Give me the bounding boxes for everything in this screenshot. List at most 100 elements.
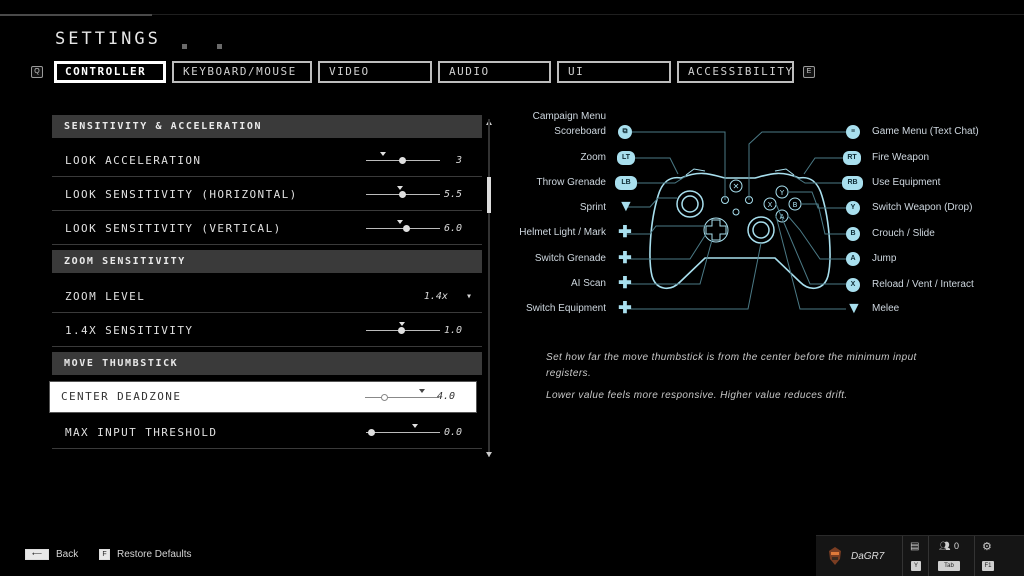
footer-actions: ⟵ Back F Restore Defaults: [25, 548, 210, 560]
b-button-icon: B: [846, 227, 860, 241]
lt-button-icon: LT: [617, 151, 635, 165]
face-button-y: Y: [779, 189, 785, 197]
label-ai-scan: AI Scan: [570, 278, 606, 289]
party-count: 0: [954, 541, 960, 551]
label-switch-weapon: Switch Weapon (Drop): [872, 202, 973, 213]
lb-button-icon: LB: [615, 176, 637, 190]
label-jump: Jump: [872, 253, 897, 264]
svg-text:✕: ✕: [733, 182, 740, 191]
tab-audio[interactable]: AUDIO: [438, 61, 551, 83]
setting-look-sensitivity-horizontal[interactable]: LOOK SENSITIVITY (HORIZONTAL) 5.5: [52, 178, 482, 211]
gear-icon: ⚙: [982, 541, 992, 553]
right-stick-click-icon: ▼: [846, 300, 862, 317]
label-game-menu: Game Menu (Text Chat): [872, 126, 979, 137]
setting-label: CENTER DEADZONE: [61, 390, 182, 403]
setting-label: LOOK SENSITIVITY (VERTICAL): [65, 222, 282, 235]
left-stick-click-icon: ▼: [618, 198, 634, 215]
setting-look-acceleration[interactable]: LOOK ACCELERATION 3: [52, 144, 482, 177]
face-button-a: A: [780, 213, 785, 221]
dpad-down-icon: ✚: [618, 275, 632, 292]
zoom-level-dropdown[interactable]: 1.4x ▾: [424, 280, 472, 313]
label-sprint: Sprint: [579, 202, 606, 213]
look-sensitivity-horizontal-slider[interactable]: [366, 186, 440, 198]
restore-defaults-button[interactable]: F Restore Defaults: [99, 549, 192, 560]
label-reload: Reload / Vent / Interact: [872, 279, 974, 290]
setting-description: Set how far the move thumbstick is from …: [546, 350, 926, 410]
restore-label: Restore Defaults: [117, 549, 192, 560]
top-accent-line: [0, 14, 152, 16]
label-switch-grenade: Switch Grenade: [534, 253, 606, 264]
setting-label: ZOOM LEVEL: [65, 290, 146, 303]
settings-button[interactable]: ⚙ F1: [974, 536, 1000, 576]
label-melee: Melee: [872, 303, 900, 314]
setting-zoom-sensitivity[interactable]: 1.4X SENSITIVITY 1.0: [52, 314, 482, 347]
setting-value: 4.0: [436, 391, 455, 402]
party-button[interactable]: 👥︎ 0 Tab: [928, 536, 974, 576]
look-acceleration-slider[interactable]: [366, 152, 440, 164]
label-zoom: Zoom: [580, 152, 606, 163]
player-status-bar: DaGR7 ▤ Y 👥︎ 0 Tab ⚙ F1: [816, 535, 1024, 576]
chat-key: Y: [911, 561, 921, 571]
label-fire-weapon: Fire Weapon: [872, 152, 930, 163]
tab-keyboard-mouse[interactable]: KEYBOARD/MOUSE: [172, 61, 312, 83]
face-button-x: X: [768, 201, 773, 209]
tab-next-key[interactable]: E: [803, 66, 815, 78]
section-header-sensitivity: SENSITIVITY & ACCELERATION: [52, 115, 482, 138]
label-throw-grenade: Throw Grenade: [536, 177, 606, 188]
back-label: Back: [56, 549, 79, 560]
setting-label: LOOK ACCELERATION: [65, 154, 202, 167]
menu-button-icon: ≡: [846, 125, 860, 139]
max-input-threshold-slider[interactable]: [366, 424, 440, 436]
chat-icon: ▤: [910, 541, 920, 552]
setting-max-input-threshold[interactable]: MAX INPUT THRESHOLD 0.0: [52, 416, 482, 449]
back-arrow-icon: ⟵: [25, 549, 49, 560]
settings-key: F1: [982, 561, 994, 571]
label-crouch-slide: Crouch / Slide: [872, 228, 935, 239]
view-button-icon: ⧉: [618, 125, 632, 139]
section-header-move-thumbstick: MOVE THUMBSTICK: [52, 352, 482, 375]
label-use-equipment: Use Equipment: [872, 177, 941, 188]
label-helmet-light: Helmet Light / Mark: [519, 227, 606, 238]
scrollbar-thumb[interactable]: [487, 177, 491, 213]
top-divider: [152, 14, 1024, 15]
setting-label: MAX INPUT THRESHOLD: [65, 426, 218, 439]
center-deadzone-slider[interactable]: [365, 389, 439, 401]
party-key: Tab: [938, 561, 960, 571]
settings-scrollbar[interactable]: [487, 119, 491, 457]
setting-zoom-level[interactable]: ZOOM LEVEL 1.4x ▾: [52, 280, 482, 313]
section-header-zoom: ZOOM SENSITIVITY: [52, 250, 482, 273]
dpad-up-icon: ✚: [618, 224, 632, 241]
gamertag: DaGR7: [851, 551, 885, 562]
back-button[interactable]: ⟵ Back: [25, 549, 78, 560]
setting-value: 5.5: [443, 189, 462, 200]
rt-button-icon: RT: [843, 151, 861, 165]
dropdown-value: 1.4x: [423, 291, 448, 302]
setting-label: LOOK SENSITIVITY (HORIZONTAL): [65, 188, 298, 201]
chat-button[interactable]: ▤ Y: [902, 536, 928, 576]
scroll-down-arrow[interactable]: [486, 452, 492, 457]
page-title: SETTINGS: [55, 29, 161, 49]
tab-video[interactable]: VIDEO: [318, 61, 432, 83]
setting-look-sensitivity-vertical[interactable]: LOOK SENSITIVITY (VERTICAL) 6.0: [52, 212, 482, 245]
dpad-left-icon: ✚: [618, 250, 632, 267]
description-line-1: Set how far the move thumbstick is from …: [546, 352, 917, 379]
dpad-right-icon: ✚: [618, 300, 632, 317]
label-campaign-menu: Campaign Menu: [532, 111, 606, 122]
setting-center-deadzone[interactable]: CENTER DEADZONE 4.0: [50, 382, 476, 412]
setting-value: 3: [455, 155, 462, 166]
look-sensitivity-vertical-slider[interactable]: [366, 220, 440, 232]
a-button-icon: A: [846, 252, 860, 266]
tab-controller[interactable]: CONTROLLER: [54, 61, 166, 83]
chevron-down-icon: ▾: [465, 291, 472, 302]
label-switch-equipment: Switch Equipment: [525, 303, 606, 314]
tab-prev-key[interactable]: Q: [31, 66, 43, 78]
restore-key-icon: F: [99, 549, 111, 560]
setting-value: 1.0: [443, 325, 462, 336]
y-button-icon: Y: [846, 201, 860, 215]
title-dots: [182, 36, 252, 54]
setting-value: 6.0: [443, 223, 462, 234]
zoom-sensitivity-slider[interactable]: [366, 322, 440, 334]
party-icon: 👥︎: [939, 541, 951, 551]
tab-accessibility[interactable]: ACCESSIBILITY: [677, 61, 794, 83]
tab-ui[interactable]: UI: [557, 61, 671, 83]
